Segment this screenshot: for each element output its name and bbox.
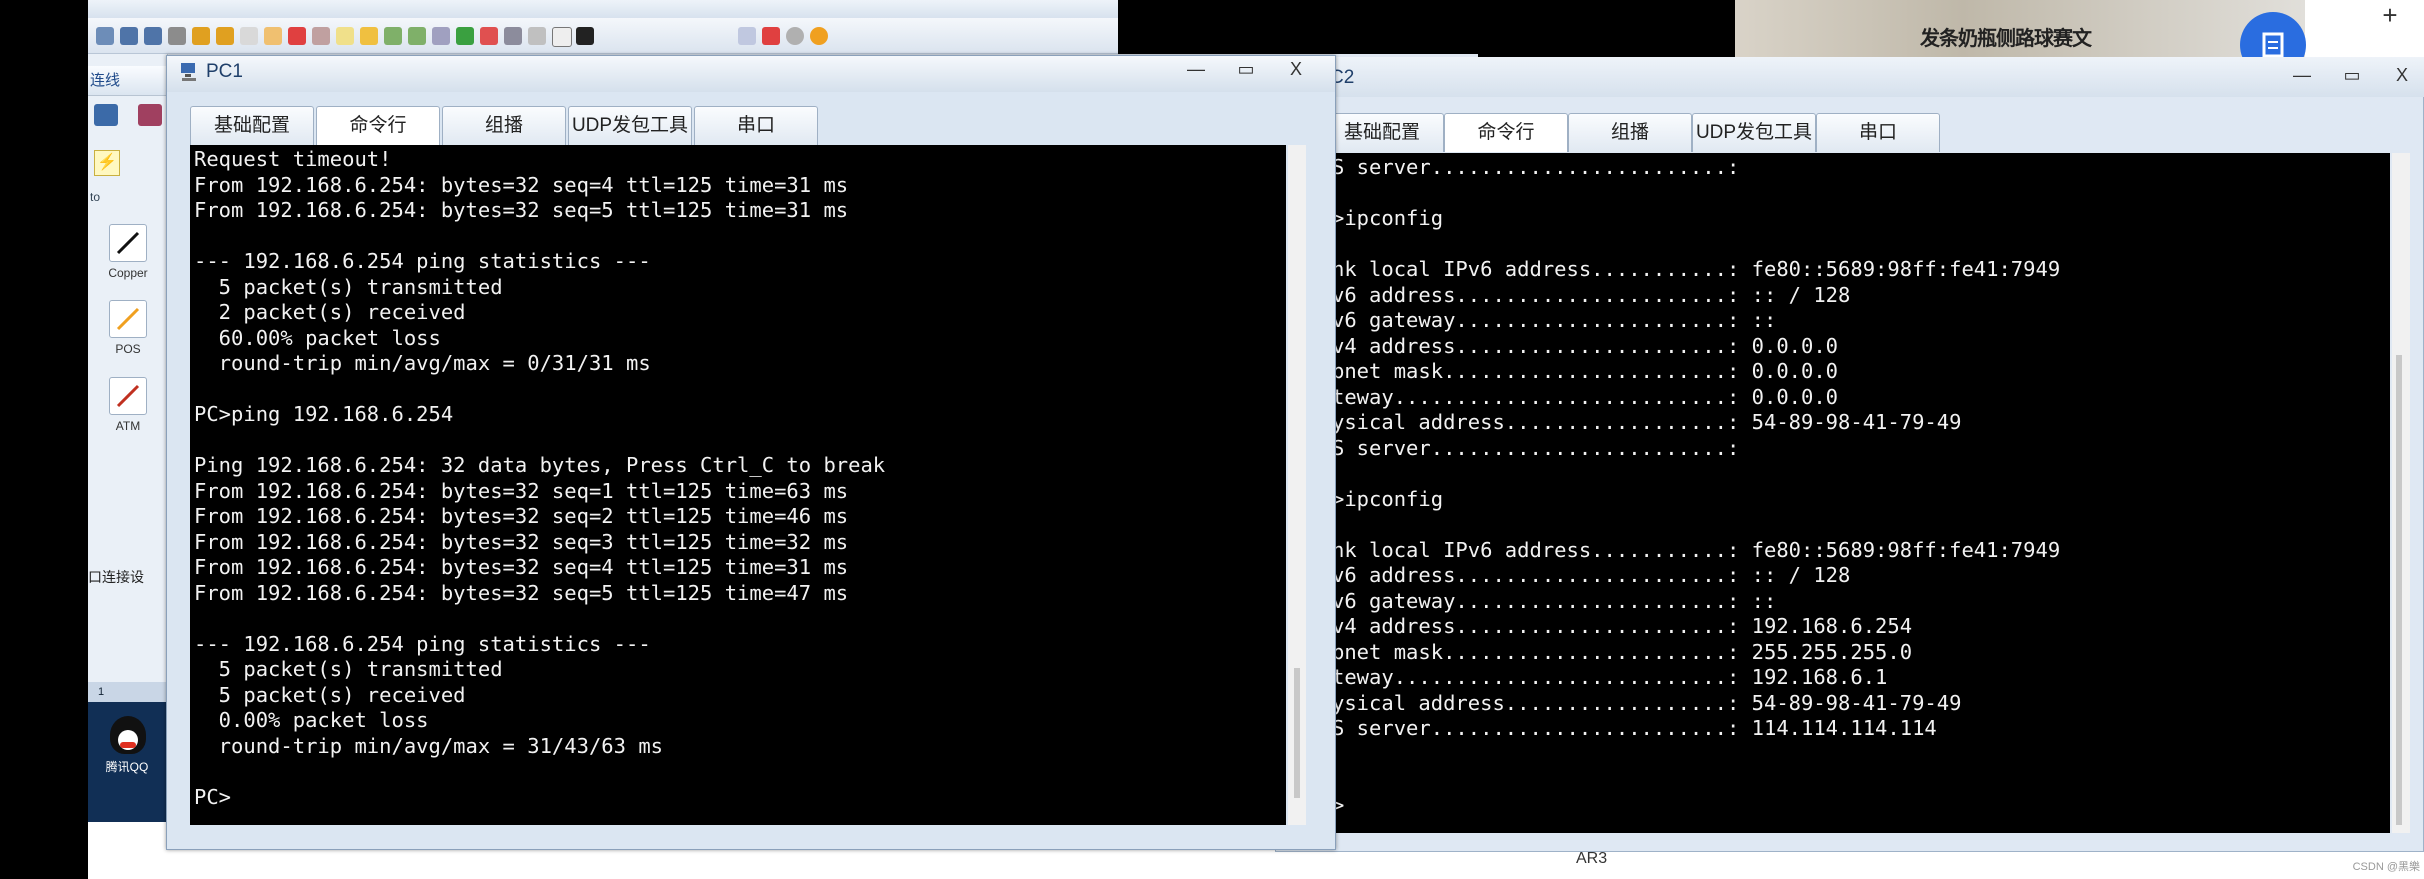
pc2-terminal-output: S server........................: >ipcon… bbox=[1332, 155, 2061, 817]
save-icon[interactable] bbox=[120, 27, 138, 45]
delete-icon[interactable] bbox=[288, 27, 306, 45]
copper-cable-icon bbox=[109, 224, 147, 262]
pc1-tab-bar: 基础配置 命令行 组播 UDP发包工具 串口 bbox=[190, 106, 1190, 145]
select-icon[interactable] bbox=[240, 27, 258, 45]
router-icon[interactable] bbox=[94, 104, 118, 126]
pc1-titlebar[interactable] bbox=[167, 56, 1335, 92]
new-file-icon[interactable] bbox=[96, 27, 114, 45]
palette-item-pos[interactable]: POS bbox=[98, 300, 158, 356]
undo-icon[interactable] bbox=[192, 27, 210, 45]
tab-udp-tool[interactable]: UDP发包工具 bbox=[568, 106, 692, 145]
fit-icon[interactable] bbox=[432, 27, 450, 45]
tab-command-line[interactable]: 命令行 bbox=[1444, 113, 1568, 152]
qq-label[interactable]: 腾讯QQ bbox=[92, 758, 162, 778]
pc1-terminal[interactable]: Request timeout! From 192.168.6.254: byt… bbox=[190, 145, 1286, 825]
flag-icon[interactable] bbox=[138, 104, 162, 126]
tab-command-line[interactable]: 命令行 bbox=[316, 106, 440, 145]
pos-cable-icon bbox=[109, 300, 147, 338]
palette-item-atm[interactable]: ATM bbox=[98, 377, 158, 433]
capture-icon[interactable] bbox=[504, 27, 522, 45]
pc2-minimize-button[interactable]: — bbox=[2280, 62, 2324, 90]
palette-label: Copper bbox=[108, 266, 148, 280]
new-tab-button[interactable]: + bbox=[2370, 0, 2410, 30]
zoom-in-icon[interactable] bbox=[384, 27, 402, 45]
device-label-ar3[interactable]: AR3 bbox=[1576, 850, 1616, 870]
pc1-close-button[interactable]: X bbox=[1274, 56, 1318, 84]
start-icon[interactable] bbox=[456, 27, 474, 45]
help-icon[interactable] bbox=[810, 27, 828, 45]
delete-all-icon[interactable] bbox=[312, 27, 330, 45]
settings-icon[interactable] bbox=[786, 27, 804, 45]
pc2-terminal[interactable]: S server........................: >ipcon… bbox=[1330, 153, 2390, 833]
terminal-icon[interactable] bbox=[576, 27, 594, 45]
topology-icon[interactable] bbox=[528, 27, 546, 45]
pc2-maximize-button[interactable]: ▭ bbox=[2330, 62, 2374, 90]
video-caption: 发条奶瓶侧路球赛文 bbox=[1920, 28, 2092, 50]
pc2-close-button[interactable]: X bbox=[2380, 62, 2424, 90]
rectangle-icon[interactable] bbox=[360, 27, 378, 45]
tab-multicast[interactable]: 组播 bbox=[442, 106, 566, 145]
watermark: CSDN @黑樂 bbox=[2352, 861, 2420, 873]
main-title bbox=[690, 0, 810, 18]
tab-serial[interactable]: 串口 bbox=[1816, 113, 1940, 152]
print-icon[interactable] bbox=[168, 27, 186, 45]
pc1-scroll-thumb[interactable] bbox=[1294, 668, 1300, 798]
palette-label: POS bbox=[115, 342, 141, 356]
tab-udp-tool[interactable]: UDP发包工具 bbox=[1692, 113, 1816, 152]
save-as-icon[interactable] bbox=[144, 27, 162, 45]
stop-icon[interactable] bbox=[480, 27, 498, 45]
atm-cable-icon bbox=[109, 377, 147, 415]
pc-icon bbox=[178, 60, 202, 84]
pc1-terminal-output: Request timeout! From 192.168.6.254: byt… bbox=[194, 147, 886, 809]
palette-item-copper[interactable]: Copper bbox=[98, 224, 158, 280]
chat-icon[interactable] bbox=[738, 27, 756, 45]
tab-multicast[interactable]: 组播 bbox=[1568, 113, 1692, 152]
main-frame-gap bbox=[1118, 0, 1478, 54]
tab-serial[interactable]: 串口 bbox=[694, 106, 818, 145]
window-icon[interactable] bbox=[552, 27, 572, 47]
redo-icon[interactable] bbox=[216, 27, 234, 45]
qq-icon[interactable] bbox=[110, 716, 146, 754]
palette-section-label: to bbox=[90, 190, 101, 204]
palette-label: ATM bbox=[115, 419, 141, 433]
hand-icon[interactable] bbox=[264, 27, 282, 45]
pc2-scroll-thumb[interactable] bbox=[2396, 355, 2402, 825]
pc1-minimize-button[interactable]: — bbox=[1174, 56, 1218, 84]
auto-cable-icon[interactable]: ⚡ bbox=[94, 150, 120, 176]
huawei-icon[interactable] bbox=[762, 27, 780, 45]
tab-basic-config[interactable]: 基础配置 bbox=[190, 106, 314, 145]
tab-index[interactable]: 1 bbox=[88, 682, 168, 702]
zoom-out-icon[interactable] bbox=[408, 27, 426, 45]
main-toolbar bbox=[88, 18, 1118, 54]
pc1-maximize-button[interactable]: ▭ bbox=[1224, 56, 1268, 84]
pc2-tab-bar: 基础配置 命令行 组播 UDP发包工具 串口 bbox=[1320, 113, 2320, 153]
pc2-titlebar[interactable] bbox=[1275, 57, 2424, 97]
pc2-title: C2 bbox=[1330, 67, 1355, 88]
port-setting-label: 口连接设 bbox=[88, 569, 144, 585]
left-panel-header: 连线 bbox=[88, 66, 168, 96]
text-icon[interactable] bbox=[336, 27, 354, 45]
pc1-title: PC1 bbox=[206, 61, 243, 82]
tab-basic-config[interactable]: 基础配置 bbox=[1320, 113, 1444, 152]
